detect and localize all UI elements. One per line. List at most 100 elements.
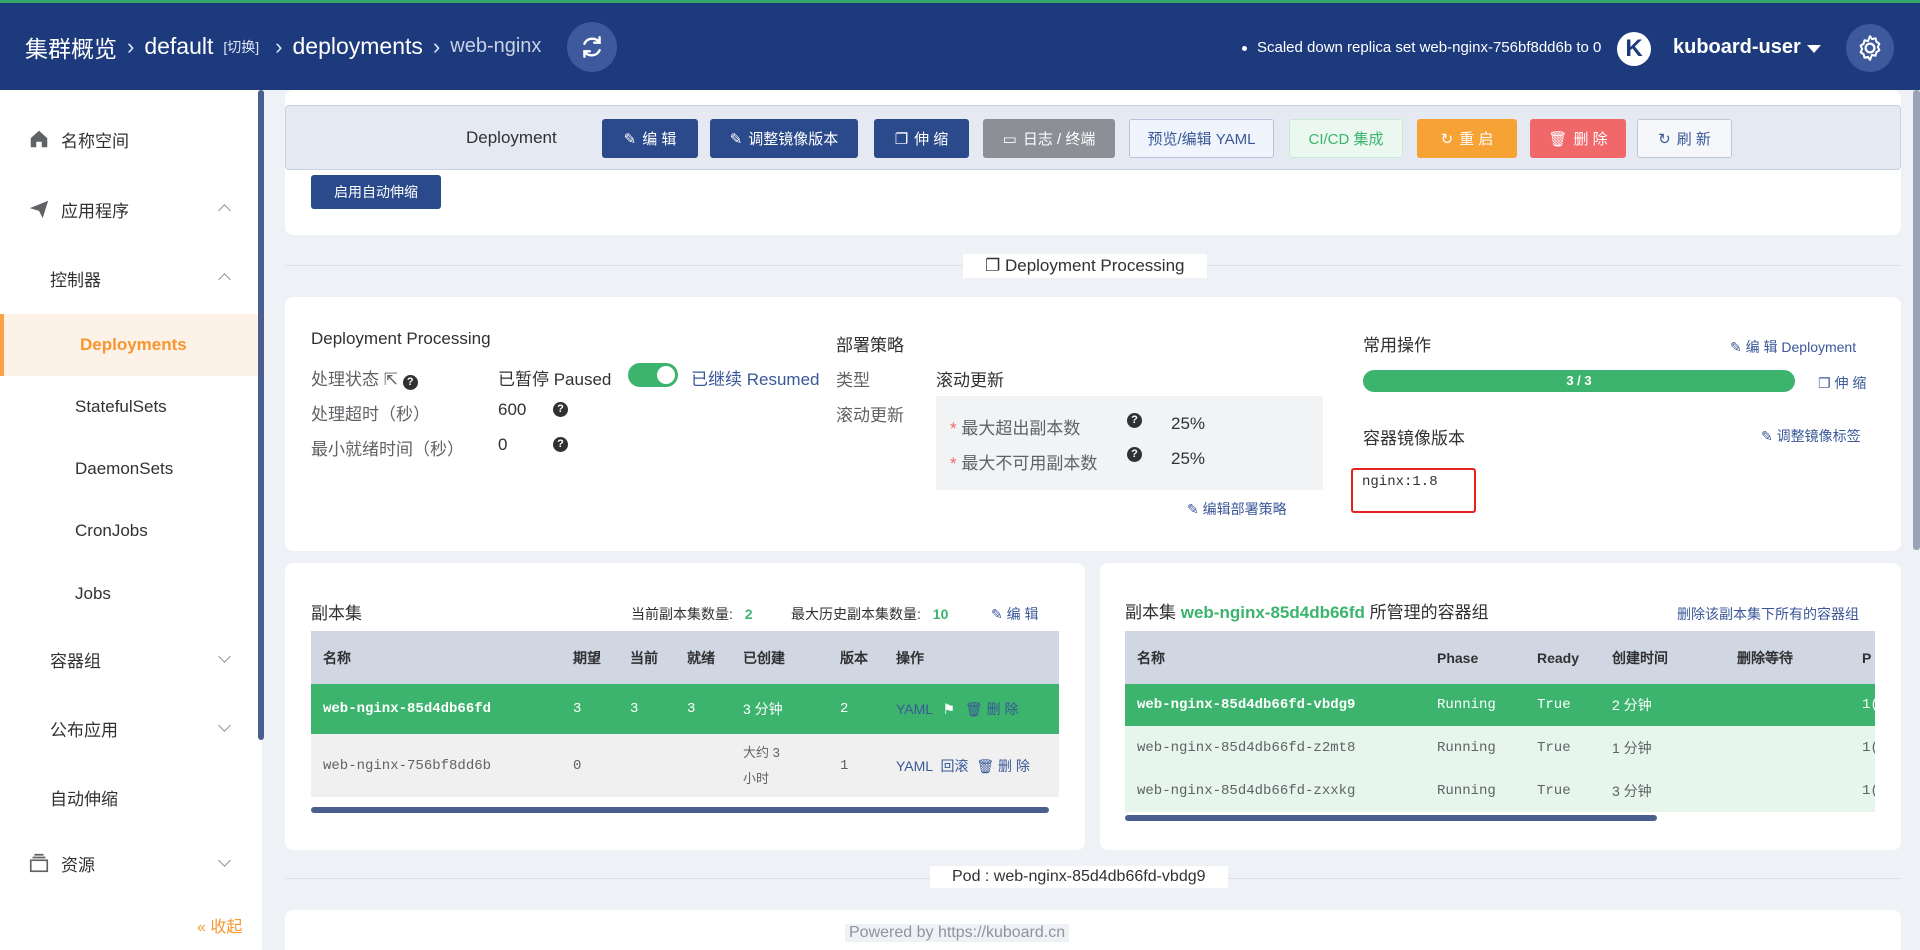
- adjust-image-button[interactable]: ✎ 调整镜像版本: [710, 119, 858, 158]
- adjust-image-tag-link[interactable]: ✎ 调整镜像标签: [1761, 426, 1861, 446]
- strategy-title: 部署策略: [836, 336, 904, 355]
- column-header: Ready: [1525, 631, 1600, 684]
- sidebar-item-daemonsets[interactable]: DaemonSets: [0, 438, 258, 500]
- sidebar-item-label: 名称空间: [61, 131, 129, 151]
- sidebar-item-resources[interactable]: 资源: [0, 832, 258, 894]
- logs-terminal-button[interactable]: ▭ 日志 / 终端: [983, 119, 1115, 158]
- edit-deployment-link[interactable]: ✎ 编 辑 Deployment: [1730, 337, 1856, 357]
- restart-label: 重 启: [1459, 131, 1494, 148]
- replicasets-table: 名称 期望 当前 就绪 已创建 版本 操作 web-nginx-85d4db66…: [311, 631, 1059, 797]
- crumb-kind[interactable]: deployments: [293, 33, 423, 60]
- trash-icon: 🗑: [1548, 130, 1568, 148]
- strategy-type-value: 滚动更新: [936, 371, 1004, 390]
- cicd-button[interactable]: CI/CD 集成: [1289, 119, 1403, 158]
- yaml-link[interactable]: YAML: [896, 701, 933, 717]
- sidebar-item-statefulsets[interactable]: StatefulSets: [0, 376, 258, 438]
- settings-button[interactable]: [1846, 24, 1894, 72]
- page-scrollbar[interactable]: [1913, 90, 1920, 550]
- image-version-title: 容器镜像版本: [1363, 429, 1465, 448]
- monitor-icon: ▭: [1002, 130, 1017, 148]
- help-icon[interactable]: ?: [1127, 447, 1142, 462]
- sidebar-scrollbar[interactable]: [258, 90, 264, 740]
- pod-phase: Running: [1425, 726, 1525, 769]
- sidebar-item-deployments[interactable]: Deployments: [0, 314, 258, 376]
- max-surge-value: 25%: [1171, 414, 1206, 433]
- sidebar-item-jobs[interactable]: Jobs: [0, 563, 258, 625]
- min-ready-value: 0: [498, 435, 508, 454]
- preview-yaml-button[interactable]: 预览/编辑 YAML: [1129, 119, 1274, 158]
- copy-icon: ❐: [894, 130, 909, 148]
- column-header: Phase: [1425, 631, 1525, 684]
- pod-created: 2 分钟: [1600, 684, 1725, 726]
- sidebar-item-label: 容器组: [50, 651, 101, 671]
- table-row[interactable]: web-nginx-85d4db66fd-z2mt8 Running True …: [1125, 726, 1875, 769]
- rs-version: 2: [828, 684, 884, 734]
- yaml-link[interactable]: YAML: [896, 758, 933, 774]
- pause-resume-toggle[interactable]: [628, 363, 678, 387]
- external-link-icon[interactable]: ⇱: [384, 370, 398, 389]
- delete-rs-link[interactable]: 🗑 删 除: [965, 701, 1019, 717]
- sidebar-item-cronjobs[interactable]: CronJobs: [0, 500, 258, 562]
- bullet-icon: [1242, 45, 1247, 51]
- image-value: nginx:1.8: [1362, 474, 1438, 490]
- pod-name: web-nginx-85d4db66fd-z2mt8: [1125, 726, 1425, 769]
- enable-autoscale-button[interactable]: 启用自动伸缩: [311, 175, 441, 209]
- event-notice: Scaled down replica set web-nginx-756bf8…: [1242, 39, 1601, 56]
- top-header: 集群概览 › default [切换] › deployments › web-…: [0, 0, 1920, 90]
- pod-truncated: 1(: [1850, 769, 1875, 812]
- edit-strategy-link[interactable]: ✎ 编辑部署策略: [1187, 499, 1287, 519]
- column-header: 期望: [561, 631, 618, 684]
- rolling-update-label: 滚动更新: [836, 406, 904, 425]
- crumb-namespace[interactable]: default: [144, 33, 213, 60]
- sidebar-item-namespace[interactable]: 名称空间: [0, 108, 258, 170]
- sidebar-item-label: 自动伸缩: [50, 789, 118, 809]
- username-menu[interactable]: kuboard-user: [1673, 36, 1801, 59]
- table-row[interactable]: web-nginx-85d4db66fd 3 3 3 3 分钟 2 YAML ⚑…: [311, 684, 1059, 734]
- avatar[interactable]: K: [1617, 32, 1651, 66]
- box-icon: [29, 853, 49, 873]
- sidebar-item-autoscale[interactable]: 自动伸缩: [0, 766, 258, 828]
- table-row[interactable]: web-nginx-85d4db66fd-zxxkg Running True …: [1125, 769, 1875, 812]
- column-header: 已创建: [731, 631, 828, 684]
- crumb-cluster[interactable]: 集群概览: [25, 30, 117, 64]
- sidebar-item-publish[interactable]: 公布应用: [0, 697, 258, 759]
- scale-button[interactable]: ❐ 伸 缩: [874, 119, 969, 158]
- pod-detail-card: [285, 910, 1901, 950]
- chevron-up-icon: [218, 273, 231, 286]
- help-icon[interactable]: ?: [1127, 413, 1142, 428]
- rs-name: web-nginx-85d4db66fd: [311, 684, 561, 734]
- restart-button[interactable]: ↻ 重 启: [1417, 119, 1517, 158]
- edit-button[interactable]: ✎ 编 辑: [602, 119, 698, 158]
- edit-history-link[interactable]: ✎ 编 辑: [991, 604, 1039, 624]
- sidebar-item-controllers[interactable]: 控制器: [0, 247, 258, 309]
- table-row[interactable]: web-nginx-85d4db66fd-vbdg9 Running True …: [1125, 684, 1875, 726]
- switch-namespace-link[interactable]: [切换]: [223, 37, 259, 57]
- table-row[interactable]: web-nginx-756bf8dd6b 0 大约 3 小时 1 YAML 回滚 …: [311, 734, 1059, 797]
- rs-actions: YAML ⚑ 🗑 删 除: [884, 684, 1059, 734]
- sidebar-item-pods[interactable]: 容器组: [0, 628, 258, 690]
- delete-all-pods-link[interactable]: 删除该副本集下所有的容器组: [1677, 604, 1859, 624]
- send-icon: [29, 200, 49, 219]
- caret-down-icon[interactable]: [1807, 45, 1821, 53]
- refresh-button[interactable]: ↻ 刷 新: [1637, 119, 1732, 158]
- help-icon[interactable]: ?: [553, 437, 568, 452]
- delete-button[interactable]: 🗑 删 除: [1530, 119, 1626, 158]
- collapse-sidebar-button[interactable]: « 收起: [197, 913, 242, 937]
- processing-title: Deployment Processing: [311, 329, 491, 348]
- reload-button[interactable]: [567, 21, 618, 72]
- status-label: 处理状态 ⇱ ?: [311, 365, 418, 390]
- sidebar-item-label: 应用程序: [61, 201, 129, 221]
- horizontal-scrollbar[interactable]: [1125, 815, 1657, 821]
- sidebar-item-applications[interactable]: 应用程序: [0, 178, 258, 240]
- sidebar-item-label: StatefulSets: [75, 397, 167, 416]
- horizontal-scrollbar[interactable]: [311, 807, 1049, 813]
- rollback-link[interactable]: 回滚: [940, 758, 968, 774]
- breadcrumb: 集群概览 › default [切换] › deployments › web-…: [25, 21, 618, 72]
- replica-progress-bar: 3 / 3: [1363, 370, 1795, 392]
- help-icon[interactable]: ?: [402, 375, 418, 390]
- help-icon[interactable]: ?: [553, 402, 568, 417]
- scale-link[interactable]: ❐ 伸 缩: [1818, 373, 1866, 393]
- pod-created: 1 分钟: [1600, 726, 1725, 769]
- delete-rs-link[interactable]: 🗑 删 除: [976, 758, 1030, 774]
- timeout-value: 600: [498, 400, 527, 419]
